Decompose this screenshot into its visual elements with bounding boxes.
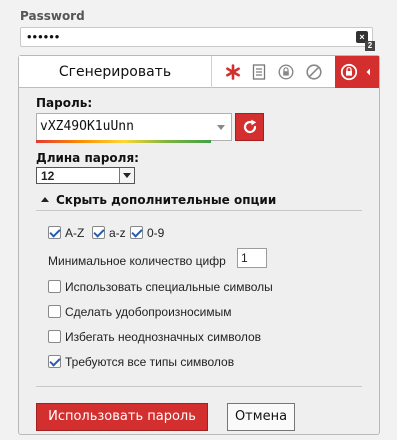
password-label: Пароль: [36,96,93,110]
length-value: 12 [41,169,55,183]
generated-password-field[interactable]: vXZ49OK1uUnn [36,113,232,141]
option-upper[interactable]: A-Z [48,225,84,240]
generated-password-value: vXZ49OK1uUnn [40,119,134,134]
checkbox-pronounceable[interactable] [48,305,61,319]
divider [36,386,362,387]
checkbox-digits[interactable] [130,226,143,240]
min-digits-input[interactable]: 1 [237,248,267,268]
option-avoid-ambiguous-label: Избегать неоднозначных символов [65,329,262,344]
lastpass-icon [340,63,370,81]
length-select[interactable]: 12 [36,167,135,184]
option-avoid-ambiguous[interactable]: Избегать неоднозначных символов [48,329,261,344]
password-field-label: Password [20,9,85,23]
option-pronounceable-label: Сделать удобопроизносимым [65,304,232,319]
checkbox-require-all[interactable] [48,355,61,369]
option-require-all[interactable]: Требуются все типы символов [48,354,234,369]
popup-tabbar: Сгенерировать [19,56,379,88]
block-icon[interactable] [299,56,329,88]
checkbox-upper[interactable] [48,226,61,240]
refresh-icon [243,119,256,134]
option-digits[interactable]: 0-9 [130,225,164,240]
password-field[interactable]: •••••• [20,27,373,47]
use-password-button[interactable]: Использовать пароль [36,403,208,431]
tab-lastpass-active[interactable] [335,56,379,88]
option-require-all-label: Требуются все типы символов [65,354,235,369]
checkbox-special[interactable] [48,280,61,294]
option-special[interactable]: Использовать специальные символы [48,279,273,294]
lastpass-badge: 2 [365,41,375,51]
checkbox-avoid-ambiguous[interactable] [48,330,61,344]
option-special-label: Использовать специальные символы [65,279,273,294]
option-pronounceable[interactable]: Сделать удобопроизносимым [48,304,231,319]
option-digits-label: 0-9 [147,225,165,240]
min-digits-label: Минимальное количество цифр [48,254,226,268]
toggle-advanced-label: Скрыть дополнительные опции [56,193,277,207]
toggle-advanced-options[interactable]: Скрыть дополнительные опции [41,193,276,207]
option-lower-label: a-z [109,225,126,240]
history-dropdown-icon[interactable] [217,125,225,130]
regenerate-button[interactable] [235,113,264,141]
lastpass-popup: Сгенерировать Пароль: vXZ49OK1uUnn Длина… [18,55,380,435]
checkbox-lower[interactable] [92,226,105,240]
option-upper-label: A-Z [65,225,85,240]
length-label: Длина пароля: [36,151,139,165]
option-lower[interactable]: a-z [92,225,126,240]
collapse-arrow-icon [41,196,49,202]
length-dropdown-button[interactable] [119,168,134,183]
lock-icon[interactable] [271,56,301,88]
note-icon[interactable] [244,56,274,88]
tab-generate[interactable]: Сгенерировать [19,56,212,88]
chevron-down-icon [123,173,131,178]
divider [36,210,362,211]
password-strength-bar [36,140,211,143]
cancel-button[interactable]: Отмена [227,403,295,431]
